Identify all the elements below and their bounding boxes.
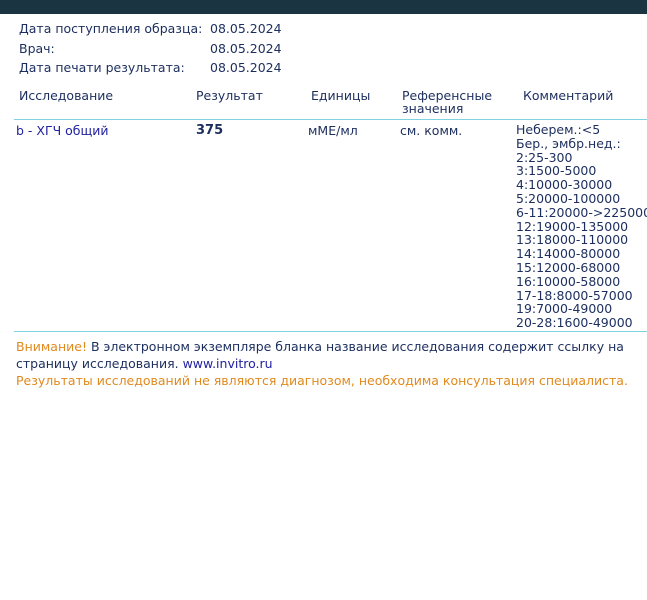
warning-word: Внимание! (16, 339, 87, 354)
comment-line: 13:18000-110000 (516, 232, 629, 248)
result-value: 375 (196, 123, 224, 138)
comment-line: 4:10000-30000 (516, 177, 613, 193)
doctor-label: Врач: (19, 40, 55, 56)
header-reference: Референсные значения (402, 89, 492, 115)
study-link[interactable]: b - ХГЧ общий (16, 123, 109, 138)
header-result: Результат (196, 88, 263, 103)
invitro-link[interactable]: www.invitro.ru (183, 356, 273, 371)
comment-line: 3:1500-5000 (516, 163, 597, 179)
comment-line: 17-18:8000-57000 (516, 287, 633, 303)
comment-line: 20-28:1600-49000 (516, 315, 633, 331)
comment-line: 14:14000-80000 (516, 246, 621, 262)
top-bar (0, 0, 647, 14)
row-divider (14, 331, 647, 332)
notice-paragraph: Внимание! В электронном экземпляре бланк… (16, 338, 647, 372)
header-reference-line2: значения (402, 101, 464, 116)
comment-line: 5:20000-100000 (516, 190, 621, 206)
print-date-value: 08.05.2024 (210, 60, 282, 75)
comment-list: Неберем.:<5 Бер., эмбр.нед.: 2:25-300 3:… (516, 123, 647, 330)
comment-line: 12:19000-135000 (516, 218, 629, 234)
notice-block: Внимание! В электронном экземпляре бланк… (16, 338, 647, 389)
doctor-value: 08.05.2024 (210, 40, 282, 56)
comment-line: 2:25-300 (516, 149, 573, 165)
notice-text: В электронном экземпляре бланка название… (16, 339, 624, 371)
disclaimer-text: Результаты исследований не являются диаг… (16, 373, 628, 388)
print-date-label: Дата печати результата: (19, 60, 185, 75)
header-study: Исследование (19, 88, 114, 103)
comment-line: 16:10000-58000 (516, 273, 621, 289)
comment-line: Неберем.:<5 (516, 122, 601, 137)
sample-received-value: 08.05.2024 (210, 21, 282, 36)
comment-line: 15:12000-68000 (516, 259, 621, 275)
comment-line: 19:7000-49000 (516, 301, 613, 317)
sample-received-label: Дата поступления образца: (19, 21, 203, 36)
comment-line: 6-11:20000->225000 (516, 204, 647, 220)
comment-line: Бер., эмбр.нед.: (516, 135, 621, 151)
reference-value: см. комм. (400, 123, 463, 138)
header-units: Единицы (311, 88, 371, 103)
header-comment: Комментарий (523, 88, 614, 103)
units-value: мМЕ/мл (308, 123, 358, 138)
header-divider (14, 119, 647, 120)
